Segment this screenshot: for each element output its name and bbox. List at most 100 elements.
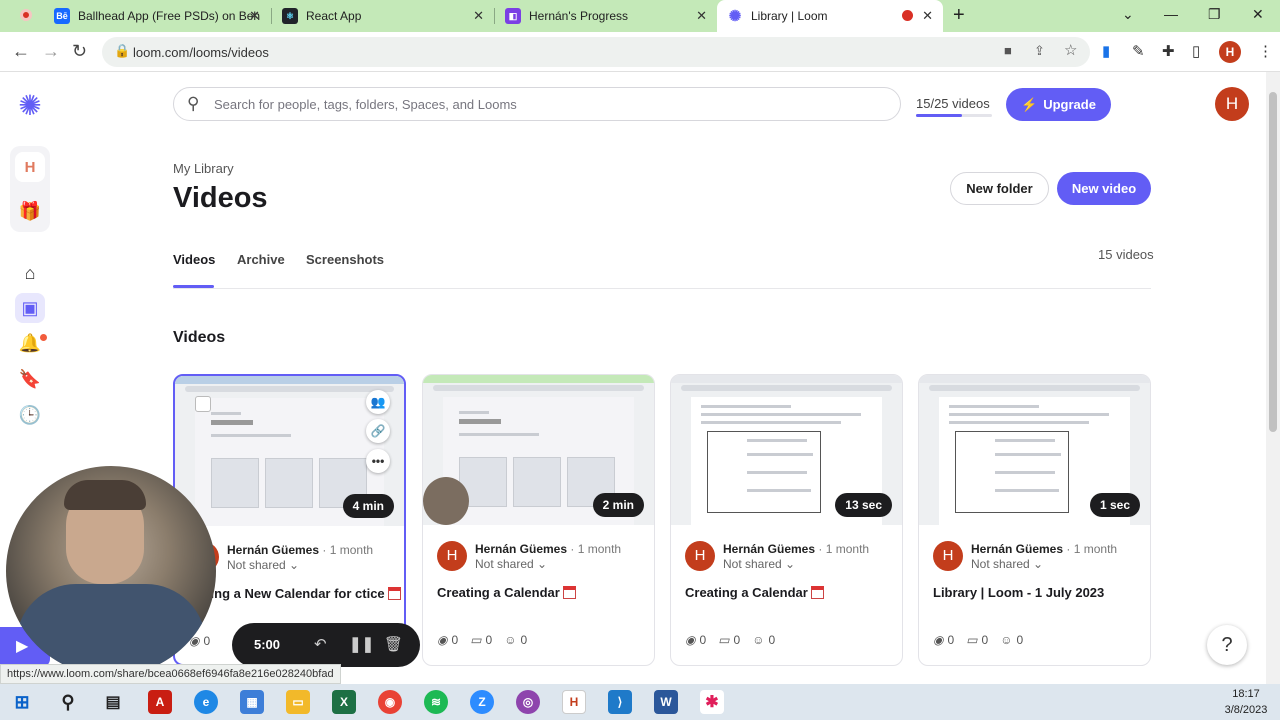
extension-icon[interactable]: ✎ <box>1132 42 1145 60</box>
browser-tab-loom[interactable]: ✺ Library | Loom ✕ <box>717 0 943 32</box>
excel-icon[interactable]: X <box>332 690 356 714</box>
bookmark-icon[interactable]: 🔖 <box>15 364 45 394</box>
trash-icon[interactable]: 🗑 <box>384 635 403 653</box>
home-icon[interactable]: ⌂ <box>15 258 45 288</box>
library-icon[interactable]: ▣ <box>15 293 45 323</box>
search-input[interactable]: ⚲ Search for people, tags, folders, Spac… <box>173 87 901 121</box>
search-placeholder: Search for people, tags, folders, Spaces… <box>214 97 517 112</box>
video-thumbnail[interactable]: 1 sec <box>919 375 1150 525</box>
video-title[interactable]: Creating a Calendar <box>437 583 642 603</box>
loom-logo-icon[interactable]: ✺ <box>15 90 45 121</box>
page-scrollbar[interactable] <box>1266 72 1280 684</box>
scrollbar-thumb[interactable] <box>1269 92 1277 432</box>
video-thumbnail[interactable]: 13 sec <box>671 375 902 525</box>
system-clock[interactable]: 18:17 3/8/2023 <box>1218 686 1274 718</box>
browser-tab-behance[interactable]: Bē Ballhead App (Free PSDs) on Beh ✕ <box>44 0 270 32</box>
back-icon[interactable]: ← <box>12 41 30 62</box>
browser-tab-react-app[interactable]: ⚛ React App ✕ <box>272 0 494 32</box>
tab-videos[interactable]: Videos <box>173 252 215 267</box>
close-icon[interactable]: ✕ <box>696 8 707 24</box>
author-label: Hernán Güemes <box>723 542 816 556</box>
tab-archive[interactable]: Archive <box>237 252 285 267</box>
pause-icon[interactable]: ❚❚ <box>349 635 374 653</box>
comments-stat: ▭ 0 <box>718 633 740 647</box>
clock-icon[interactable]: 🕒 <box>15 400 45 430</box>
link-icon[interactable]: 🔗 <box>366 419 390 443</box>
link-preview-status: https://www.loom.com/share/bcea0668ef694… <box>0 664 341 684</box>
notification-dot <box>40 334 47 341</box>
window-close-icon[interactable]: ✕ <box>1252 6 1264 23</box>
tab-screenshots[interactable]: Screenshots <box>306 252 384 267</box>
video-title[interactable]: ating a New Calendar for ctice <box>199 584 404 604</box>
chrome-icon[interactable]: ◉ <box>378 690 402 714</box>
edge-icon[interactable]: e <box>194 690 218 714</box>
video-thumbnail[interactable]: 👥 🔗 ••• 4 min <box>175 376 404 526</box>
share-icon[interactable]: ⇪ <box>1034 43 1045 59</box>
share-status[interactable]: Not shared ⌄ <box>723 557 795 571</box>
webcam-bubble[interactable] <box>6 466 216 676</box>
user-avatar[interactable]: H <box>1215 87 1249 121</box>
comment-icon: ▭ <box>470 633 482 647</box>
workspace-avatar[interactable]: H <box>15 152 45 182</box>
close-icon[interactable]: ✕ <box>249 8 260 24</box>
share-status[interactable]: Not shared ⌄ <box>475 557 547 571</box>
loom-app-icon[interactable]: H <box>562 690 586 714</box>
share-status[interactable]: Not shared ⌄ <box>971 557 1043 571</box>
tab-divider <box>173 288 1151 289</box>
word-icon[interactable]: W <box>654 690 678 714</box>
profile-avatar[interactable]: H <box>1219 41 1241 63</box>
video-title[interactable]: Creating a Calendar <box>685 583 890 603</box>
chevron-down-icon[interactable]: ⌄ <box>1122 6 1134 23</box>
new-folder-button[interactable]: New folder <box>950 172 1049 205</box>
close-icon[interactable]: ✕ <box>922 8 933 24</box>
video-thumbnail[interactable]: 2 min <box>423 375 654 525</box>
help-button[interactable]: ? <box>1207 625 1247 665</box>
address-bar[interactable]: 🔒 loom.com/looms/videos ■ ⇪ ☆ <box>102 37 1090 67</box>
breadcrumb[interactable]: My Library <box>173 161 234 176</box>
file-explorer-icon[interactable]: ▭ <box>286 690 310 714</box>
extension-icon[interactable]: ▮ <box>1102 42 1110 60</box>
zoom-icon[interactable]: Z <box>470 690 494 714</box>
video-title[interactable]: Library | Loom - 1 July 2023 <box>933 583 1138 603</box>
bookmark-star-icon[interactable]: ☆ <box>1064 41 1077 59</box>
new-tab-icon[interactable]: + <box>953 4 965 27</box>
undo-icon[interactable]: ↶ <box>314 635 327 653</box>
windows-start-icon[interactable]: ⊞ <box>10 690 34 714</box>
reactions-count: 0 <box>1016 633 1024 647</box>
puzzle-icon[interactable]: ✚ <box>1162 42 1175 60</box>
spotify-icon[interactable]: ≋ <box>424 690 448 714</box>
gift-icon[interactable]: 🎁 <box>15 196 45 226</box>
duration-badge: 4 min <box>342 494 394 518</box>
forward-icon[interactable]: → <box>42 41 60 62</box>
upgrade-button[interactable]: ⚡ Upgrade <box>1006 88 1111 121</box>
vscode-icon[interactable]: ⟩ <box>608 690 632 714</box>
close-icon[interactable]: ✕ <box>473 8 484 24</box>
new-video-button[interactable]: New video <box>1057 172 1151 205</box>
slack-icon[interactable]: ✱ <box>700 690 724 714</box>
more-options-icon[interactable]: ••• <box>366 449 390 473</box>
search-icon[interactable]: ⚲ <box>56 690 80 714</box>
github-icon[interactable]: ◎ <box>516 690 540 714</box>
video-card[interactable]: 13 sec H Hernán Güemes · 1 month Not sha… <box>670 374 903 666</box>
task-view-icon[interactable]: ▤ <box>101 690 125 714</box>
video-card[interactable]: 1 sec H Hernán Güemes · 1 month Not shar… <box>918 374 1151 666</box>
side-panel-icon[interactable]: ▯ <box>1192 42 1200 60</box>
browser-tab-progress[interactable]: ◧ Hernán's Progress ✕ <box>495 0 717 32</box>
camera-icon[interactable]: ■ <box>1004 43 1012 58</box>
minimize-icon[interactable]: — <box>1164 6 1178 22</box>
share-status-label: Not shared <box>723 557 782 571</box>
share-people-icon[interactable]: 👥 <box>366 390 390 414</box>
restore-icon[interactable]: ❐ <box>1208 6 1221 23</box>
video-quota[interactable]: 15/25 videos <box>916 96 990 111</box>
share-status[interactable]: Not shared ⌄ <box>227 558 299 572</box>
store-icon[interactable]: ▦ <box>240 690 264 714</box>
reactions-stat: ☺ 0 <box>1000 633 1023 647</box>
video-card[interactable]: 2 min H Hernán Güemes · 1 month Not shar… <box>422 374 655 666</box>
upload-age: · 1 month <box>818 542 870 556</box>
views-count: 0 <box>699 633 707 647</box>
reload-icon[interactable]: ↻ <box>72 41 87 62</box>
menu-icon[interactable]: ⋮ <box>1258 42 1273 60</box>
acrobat-icon[interactable]: A <box>148 690 172 714</box>
bell-icon[interactable]: 🔔 <box>15 328 45 358</box>
select-checkbox[interactable] <box>195 396 211 412</box>
